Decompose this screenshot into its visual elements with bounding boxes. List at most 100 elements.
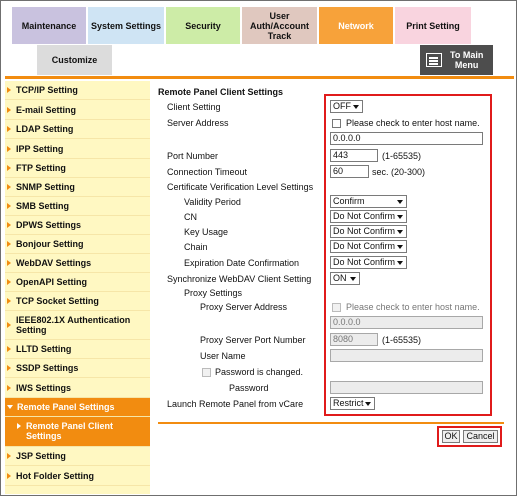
arrow-right-icon (7, 384, 11, 391)
expiration-value: Do Not Confirm (333, 257, 396, 267)
tab-maintenance[interactable]: Maintenance (12, 7, 87, 44)
proxy-address-input[interactable]: 0.0.0.0 (330, 316, 483, 329)
proxy-host-check-label: Please check to enter host name. (346, 302, 480, 312)
sidebar-item-label: SNMP Setting (16, 182, 75, 192)
tab-customize[interactable]: Customize (37, 45, 113, 75)
sidebar-item-snmp[interactable]: SNMP Setting (5, 178, 150, 197)
main-menu-label-line1: To Main (450, 50, 484, 60)
sidebar-item-label: SMB Setting (16, 201, 69, 211)
ok-button[interactable]: OK (442, 430, 460, 443)
expiration-select[interactable]: Do Not Confirm (330, 256, 407, 269)
sidebar-item-lltd[interactable]: LLTD Setting (5, 340, 150, 359)
server-address-input[interactable]: 0.0.0.0 (330, 132, 483, 145)
sidebar-item-label: Hot Folder Setting (16, 470, 94, 481)
tab-print-setting[interactable]: Print Setting (395, 7, 472, 44)
sidebar-item-label: DPWS Settings (16, 220, 82, 230)
proxy-settings-label: Proxy Settings (184, 288, 243, 298)
proxy-address-label: Proxy Server Address (200, 302, 288, 312)
sidebar-item-label: TCP/IP Setting (16, 85, 78, 95)
cancel-button[interactable]: Cancel (463, 430, 498, 443)
connection-timeout-input[interactable]: 60 (330, 165, 369, 178)
arrow-right-icon (7, 346, 11, 352)
arrow-right-icon (7, 87, 11, 93)
sidebar-item-iws[interactable]: IWS Settings (5, 378, 150, 398)
sidebar-item-label: JSP Setting (16, 451, 66, 461)
launch-remote-panel-label: Launch Remote Panel from vCare (167, 399, 304, 409)
sidebar-item-label: E-mail Setting (16, 104, 77, 115)
cert-verification-label: Certificate Verification Level Settings (167, 182, 314, 192)
arrow-right-icon (17, 423, 21, 429)
chevron-down-icon (397, 245, 403, 249)
cn-label: CN (184, 212, 197, 222)
tab-system-settings[interactable]: System Settings (88, 7, 165, 44)
proxy-port-input[interactable]: 8080 (330, 333, 378, 346)
arrow-right-icon (7, 145, 11, 152)
sidebar-item-bonjour[interactable]: Bonjour Setting (5, 235, 150, 254)
proxy-port-label: Proxy Server Port Number (200, 335, 306, 345)
sidebar-item-ssdp[interactable]: SSDP Settings (5, 359, 150, 378)
launch-remote-panel-select[interactable]: Restrict (330, 397, 375, 410)
sidebar-item-label: IWS Settings (16, 382, 72, 393)
sidebar-item-label: FTP Setting (16, 163, 66, 173)
sidebar-item-jsp[interactable]: JSP Setting (5, 447, 150, 466)
sync-webdav-label: Synchronize WebDAV Client Setting (167, 274, 312, 284)
arrow-down-icon (7, 405, 13, 409)
sidebar-item-tcpip[interactable]: TCP/IP Setting (5, 81, 150, 100)
password-changed-checkbox[interactable] (202, 368, 211, 377)
timeout-range-note: sec. (20-300) (372, 167, 426, 177)
chevron-down-icon (353, 105, 359, 109)
arrow-right-icon (7, 165, 11, 171)
tab-security[interactable]: Security (166, 7, 241, 44)
sidebar-item-ldap[interactable]: LDAP Setting (5, 120, 150, 139)
sidebar-item-ieee8021x[interactable]: IEEE802.1X Authentication Setting (5, 311, 150, 340)
header-divider (5, 76, 514, 79)
host-name-checkbox[interactable] (332, 119, 341, 128)
arrow-right-icon (7, 365, 11, 371)
port-range-note: (1-65535) (382, 151, 422, 161)
arrow-right-icon (7, 241, 11, 247)
port-number-input[interactable]: 443 (330, 149, 378, 162)
client-setting-value: OFF (333, 101, 351, 111)
cn-value: Do Not Confirm (333, 211, 396, 221)
arrow-right-icon (7, 298, 11, 304)
tab-network[interactable]: Network (319, 7, 394, 44)
chain-select[interactable]: Do Not Confirm (330, 240, 407, 253)
sidebar-item-email[interactable]: E-mail Setting (5, 100, 150, 120)
proxy-port-range-note: (1-65535) (382, 335, 422, 345)
sidebar: TCP/IP Setting E-mail Setting LDAP Setti… (5, 81, 150, 494)
sidebar-item-dpws[interactable]: DPWS Settings (5, 216, 150, 235)
chain-label: Chain (184, 242, 208, 252)
host-name-check-label: Please check to enter host name. (346, 118, 480, 128)
tab-user-auth-account-track[interactable]: User Auth/Account Track (242, 7, 318, 44)
sync-webdav-select[interactable]: ON (330, 272, 360, 285)
proxy-host-name-checkbox[interactable] (332, 303, 341, 312)
arrow-right-icon (7, 260, 11, 266)
validity-period-label: Validity Period (184, 197, 241, 207)
cn-select[interactable]: Do Not Confirm (330, 210, 407, 223)
connection-timeout-label: Connection Timeout (167, 167, 248, 177)
sidebar-item-ipp[interactable]: IPP Setting (5, 139, 150, 159)
password-input[interactable] (330, 381, 483, 394)
key-usage-select[interactable]: Do Not Confirm (330, 225, 407, 238)
client-setting-select[interactable]: OFF (330, 100, 363, 113)
to-main-menu-button[interactable]: To Main Menu (420, 45, 494, 75)
sidebar-item-tcp-socket[interactable]: TCP Socket Setting (5, 292, 150, 311)
sidebar-item-hot-folder[interactable]: Hot Folder Setting (5, 466, 150, 486)
sidebar-item-ftp[interactable]: FTP Setting (5, 159, 150, 178)
user-name-input[interactable] (330, 349, 483, 362)
content-divider (158, 422, 504, 424)
sidebar-item-smb[interactable]: SMB Setting (5, 197, 150, 216)
sidebar-item-label: SSDP Settings (16, 363, 79, 373)
key-usage-value: Do Not Confirm (333, 226, 396, 236)
sidebar-item-label: Bonjour Setting (16, 239, 84, 249)
validity-period-select[interactable]: Confirm (330, 195, 407, 208)
expiration-label: Expiration Date Confirmation (184, 258, 300, 268)
sidebar-item-label: OpenAPI Setting (16, 277, 88, 287)
sidebar-item-openapi[interactable]: OpenAPI Setting (5, 273, 150, 292)
validity-period-value: Confirm (333, 196, 365, 206)
sidebar-item-remote-panel[interactable]: Remote Panel Settings (5, 398, 150, 417)
arrow-right-icon (7, 126, 11, 132)
sidebar-item-remote-panel-client[interactable]: Remote Panel Client Settings (5, 417, 150, 447)
tab-user-auth-line1: User (269, 10, 290, 21)
sidebar-item-webdav[interactable]: WebDAV Settings (5, 254, 150, 273)
